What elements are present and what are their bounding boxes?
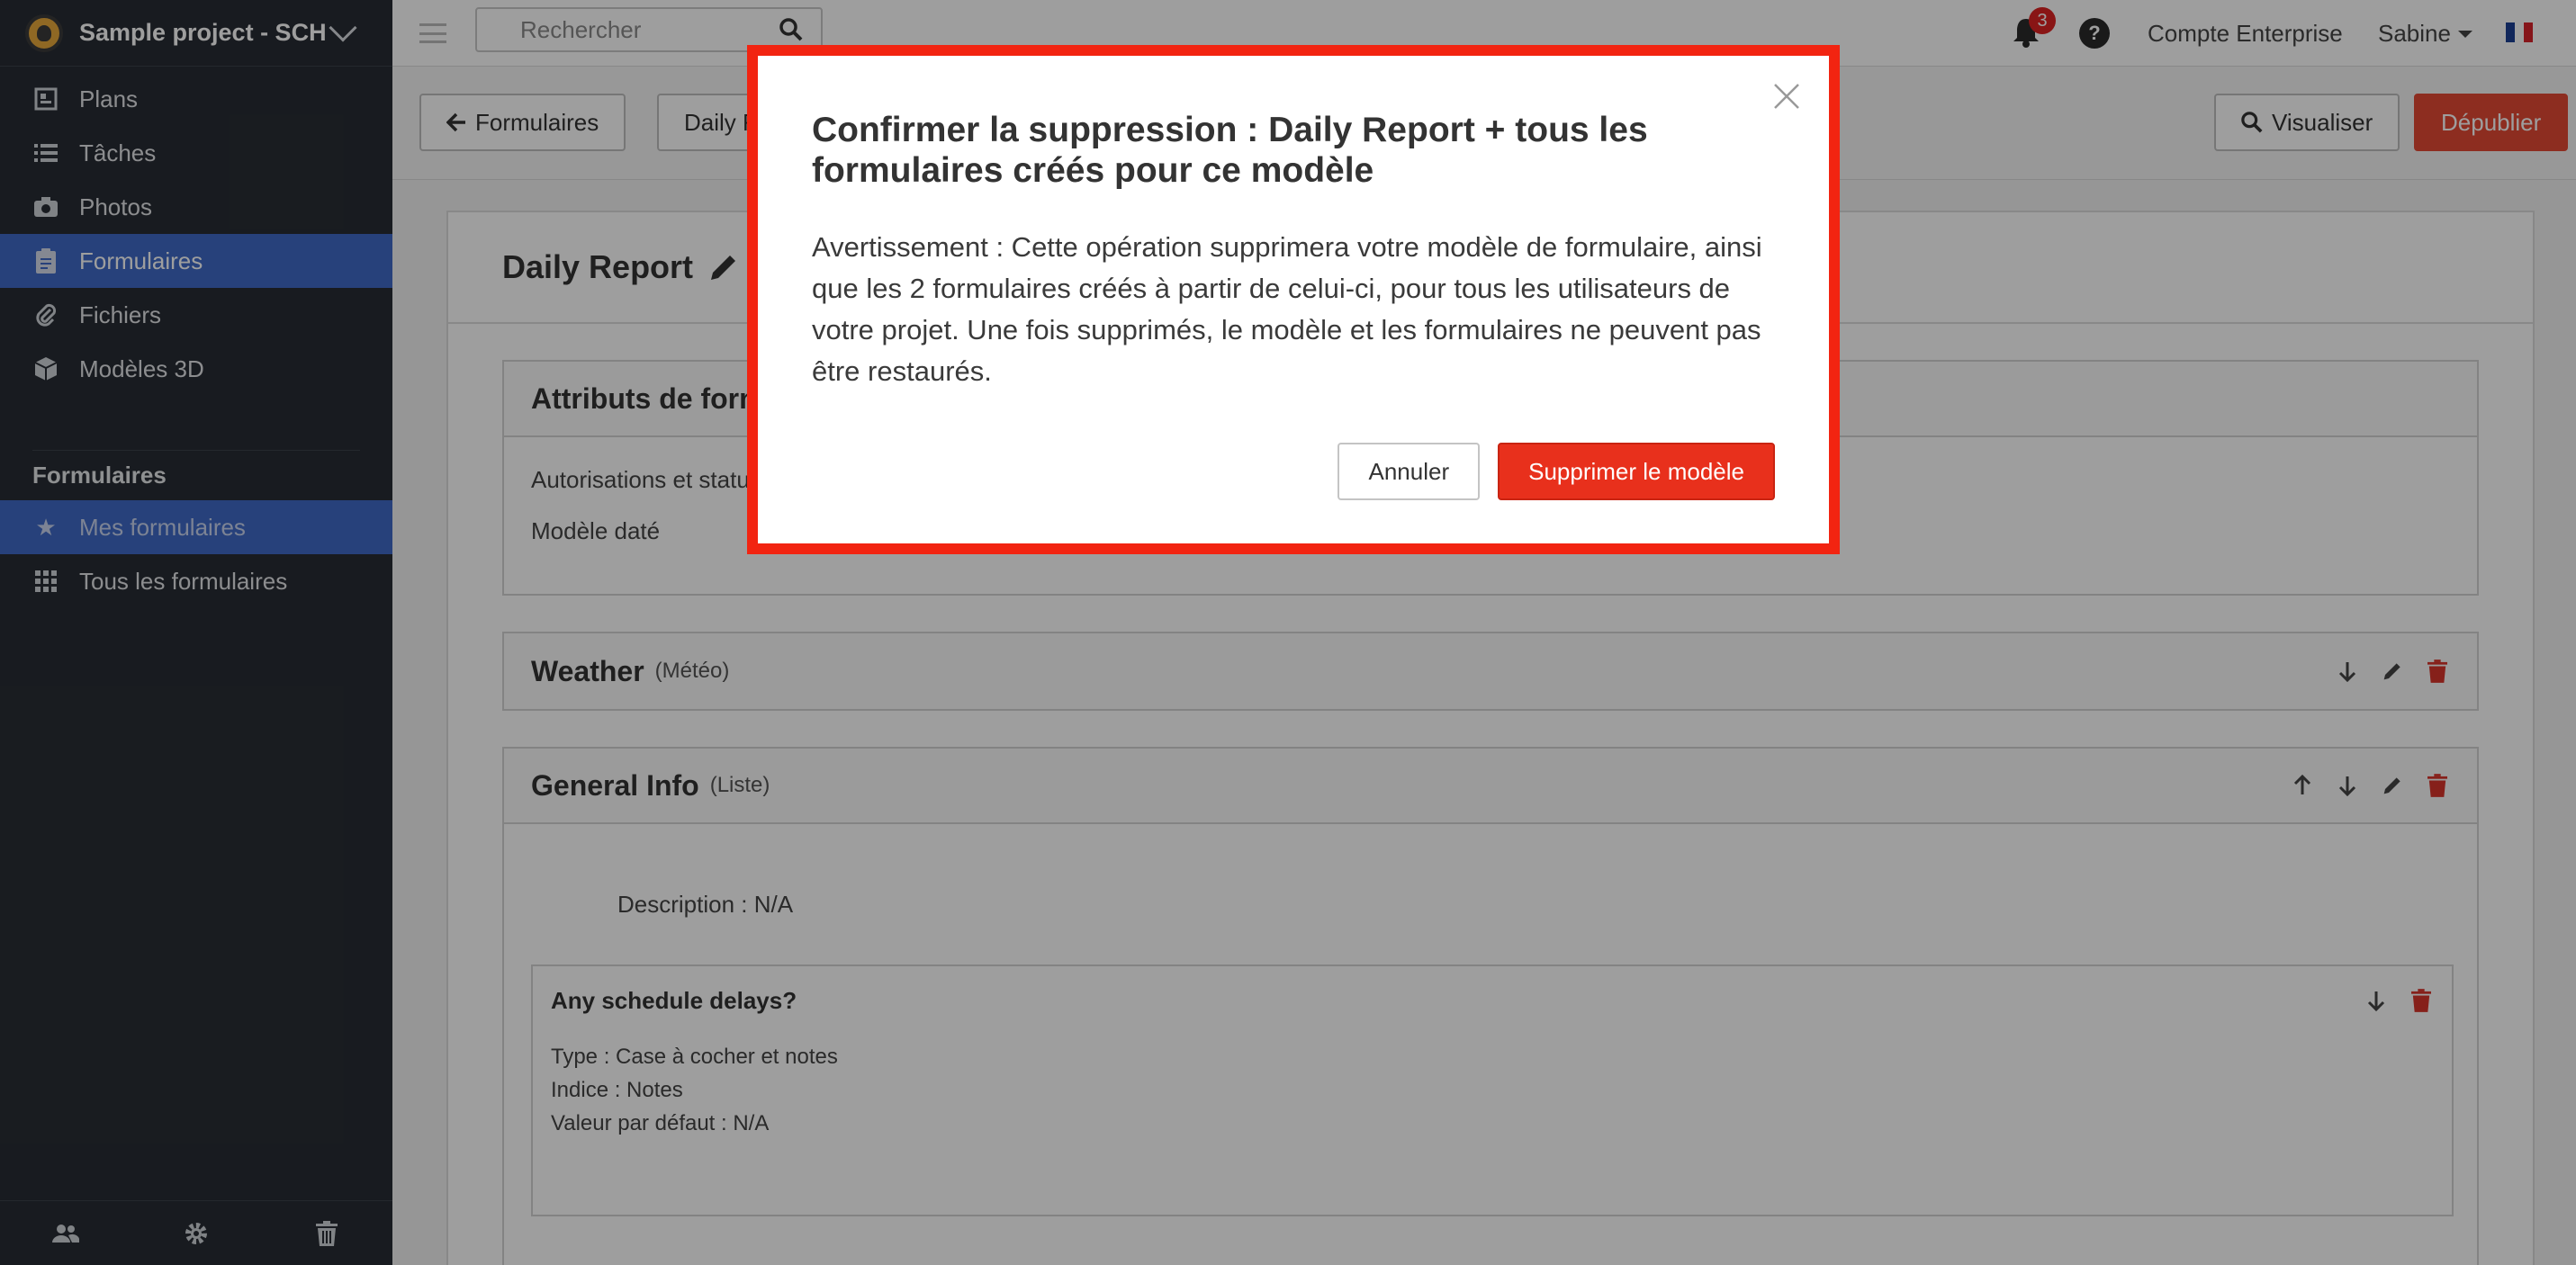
cancel-button[interactable]: Annuler	[1338, 443, 1481, 500]
delete-template-button[interactable]: Supprimer le modèle	[1498, 443, 1775, 500]
delete-confirmation-dialog: Confirmer la suppression : Daily Report …	[747, 45, 1840, 554]
dialog-actions: Annuler Supprimer le modèle	[1338, 443, 1775, 500]
close-icon[interactable]	[1771, 81, 1802, 112]
dialog-message: Avertissement : Cette opération supprime…	[812, 231, 1762, 387]
dialog-title: Confirmer la suppression : Daily Report …	[812, 111, 1648, 190]
